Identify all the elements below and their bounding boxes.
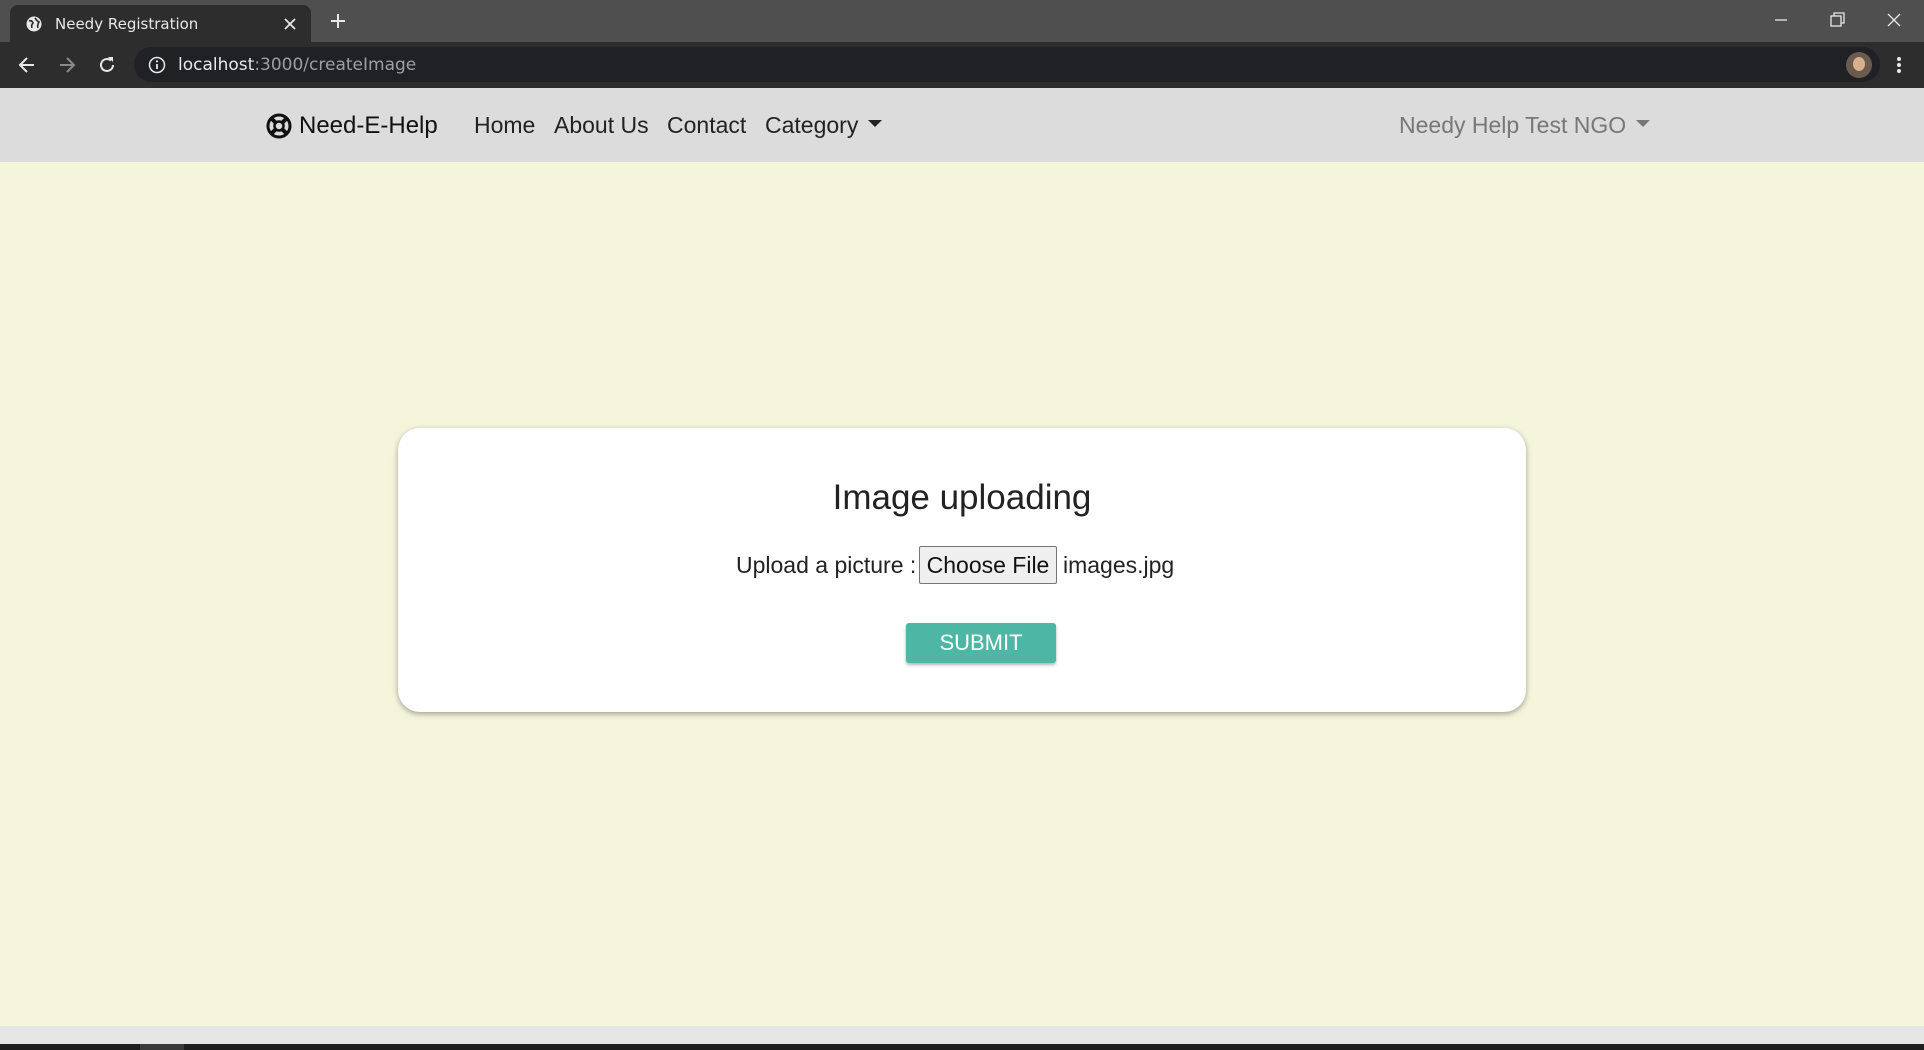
browser-tab-bar: Needy Registration bbox=[0, 0, 1924, 42]
caret-down-icon bbox=[868, 120, 883, 128]
plus-icon[interactable] bbox=[328, 11, 348, 31]
choose-file-button[interactable]: Choose File bbox=[919, 546, 1057, 584]
nav-category-dropdown[interactable]: Category bbox=[765, 112, 883, 139]
nav-contact[interactable]: Contact bbox=[667, 112, 746, 139]
url-path: :3000/createImage bbox=[254, 55, 417, 75]
nav-category-label: Category bbox=[765, 112, 859, 138]
upload-label: Upload a picture : bbox=[736, 552, 917, 578]
os-taskbar bbox=[0, 1044, 1924, 1050]
profile-avatar[interactable] bbox=[1846, 52, 1872, 78]
reload-icon[interactable] bbox=[96, 54, 118, 76]
forward-icon[interactable] bbox=[56, 54, 78, 76]
taskbar-item[interactable] bbox=[140, 1044, 184, 1050]
minimize-icon[interactable] bbox=[1770, 9, 1792, 31]
back-icon[interactable] bbox=[16, 54, 38, 76]
restore-icon[interactable] bbox=[1826, 9, 1848, 31]
brand-name: Need-E-Help bbox=[299, 112, 438, 139]
brand-link[interactable]: Need-E-Help bbox=[266, 112, 438, 140]
user-menu-dropdown[interactable]: Needy Help Test NGO bbox=[1399, 112, 1651, 139]
user-menu-label: Needy Help Test NGO bbox=[1399, 112, 1627, 138]
url-text: localhost:3000/createImage bbox=[178, 55, 416, 75]
life-ring-icon bbox=[266, 113, 292, 139]
tab-title: Needy Registration bbox=[55, 15, 199, 33]
info-icon[interactable] bbox=[148, 56, 166, 74]
address-bar[interactable]: localhost:3000/createImage bbox=[134, 47, 1880, 82]
kebab-menu-icon[interactable] bbox=[1890, 54, 1908, 76]
caret-down-icon bbox=[1636, 120, 1651, 128]
nav-about-us[interactable]: About Us bbox=[554, 112, 649, 139]
site-navbar: Need-E-Help Home About Us Contact Catego… bbox=[0, 88, 1924, 162]
url-host: localhost bbox=[178, 55, 255, 75]
upload-card: Image uploading Upload a picture : Choos… bbox=[398, 428, 1526, 712]
horizontal-scrollbar[interactable] bbox=[0, 1026, 1924, 1044]
card-title: Image uploading bbox=[832, 478, 1092, 517]
window-close-icon[interactable] bbox=[1883, 9, 1905, 31]
browser-tab[interactable]: Needy Registration bbox=[10, 5, 311, 42]
nav-home[interactable]: Home bbox=[474, 112, 535, 139]
submit-button[interactable]: SUBMIT bbox=[906, 623, 1056, 663]
browser-toolbar: localhost:3000/createImage bbox=[0, 42, 1924, 88]
selected-file-name: images.jpg bbox=[1063, 552, 1175, 578]
globe-icon bbox=[26, 16, 42, 32]
close-icon[interactable] bbox=[282, 16, 298, 32]
